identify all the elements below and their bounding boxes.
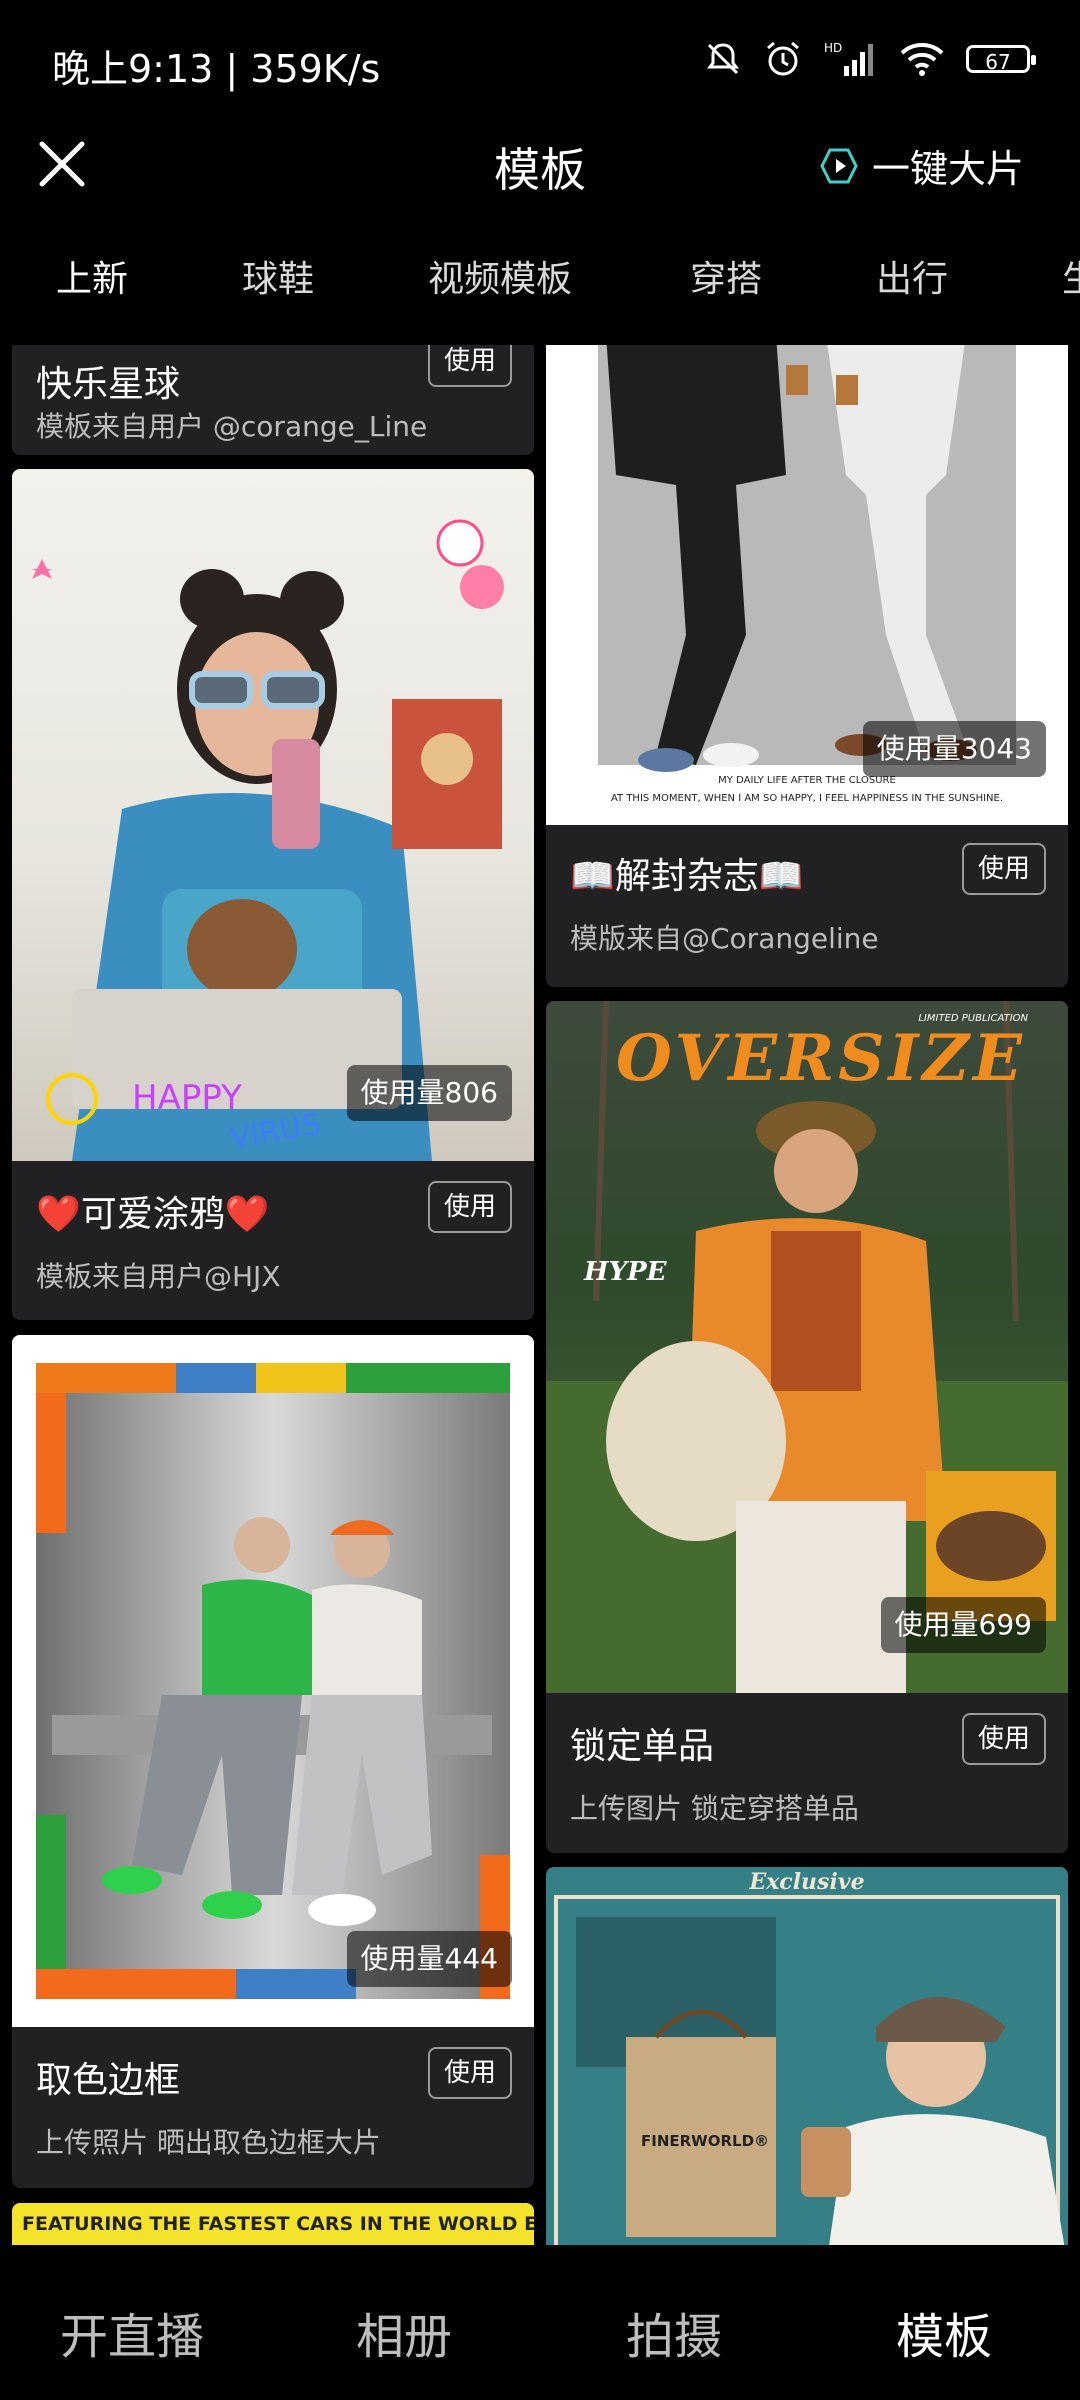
tab-sneakers[interactable]: 球鞋 <box>242 250 314 302</box>
card-subtitle: 上传图片 锁定穿搭单品 <box>570 1792 859 1825</box>
mute-icon <box>707 43 739 75</box>
card-subtitle: 模板来自用户@HJX <box>36 1260 281 1293</box>
exclusive-headline: Exclusive <box>749 1869 865 1895</box>
tab-outfits[interactable]: 穿搭 <box>690 250 762 302</box>
template-thumbnail[interactable]: LIMITED PUBLICATION OVERSIZE HYPE 使用量699 <box>546 1001 1068 1693</box>
exclusive-photo-image <box>546 1867 1068 2245</box>
template-card-color-frame[interactable]: 使用量444 取色边框 使用 上传照片 晒出取色边框大片 <box>12 1335 534 2188</box>
use-button[interactable]: 使用 <box>428 1181 512 1233</box>
template-thumbnail[interactable]: HAPPY VIRUS 使用量806 <box>12 469 534 1161</box>
use-button[interactable]: 使用 <box>428 2047 512 2099</box>
play-logo-icon <box>820 148 858 183</box>
bag-brand-text: FINERWORLD® <box>641 2132 770 2150</box>
use-button[interactable]: 使用 <box>962 1713 1046 1765</box>
one-key-label: 一键大片 <box>871 147 1024 191</box>
template-card-cute-doodle[interactable]: HAPPY VIRUS 使用量806 ❤️可爱涂鸦❤️ 使用 模板来自用户@HJ… <box>12 469 534 1320</box>
card-title: 📖解封杂志📖 <box>570 856 804 897</box>
template-thumbnail[interactable]: MY DAILY LIFE AFTER THE CLOSURE AT THIS … <box>546 345 1068 825</box>
usage-count: 使用量806 <box>346 1065 512 1121</box>
card-subtitle: 模板来自用户 @corange_Line <box>36 410 428 443</box>
template-card-magazine[interactable]: MY DAILY LIFE AFTER THE CLOSURE AT THIS … <box>546 345 1068 987</box>
status-bar: 晚上9:13 | 359K/s HD 67 <box>0 0 1080 120</box>
hype-tag: HYPE <box>584 1257 667 1287</box>
hd-signal-icon: HD <box>824 41 873 76</box>
status-time: 晚上9:13 | 359K/s <box>52 47 381 91</box>
template-thumbnail[interactable]: 使用量444 <box>12 1335 534 2027</box>
card-subtitle: 上传照片 晒出取色边框大片 <box>36 2126 381 2159</box>
svg-text:HD: HD <box>824 41 842 55</box>
card-subtitle: 模版来自@Corangeline <box>570 922 879 955</box>
oversize-photo-image <box>546 1001 1068 1693</box>
frame-photo-image <box>12 1335 534 2027</box>
tab-more[interactable]: 生 <box>1062 250 1080 302</box>
template-card-oversize[interactable]: LIMITED PUBLICATION OVERSIZE HYPE 使用量699… <box>546 1001 1068 1853</box>
alarm-icon <box>767 41 799 76</box>
doodle-photo-image: HAPPY VIRUS <box>32 519 504 1161</box>
banner-text: FEATURING THE FASTEST CARS IN THE WORLD … <box>12 2203 534 2245</box>
usage-count: 使用量3043 <box>862 721 1046 777</box>
card-title: 快乐星球 <box>36 364 181 405</box>
tab-travel[interactable]: 出行 <box>876 250 948 302</box>
one-key-button[interactable]: 一键大片 <box>820 138 1024 193</box>
nav-live[interactable]: 开直播 <box>60 2297 204 2367</box>
battery-icon: 67 <box>966 45 1036 74</box>
use-button[interactable]: 使用 <box>428 345 512 387</box>
nav-shoot[interactable]: 拍摄 <box>626 2297 722 2367</box>
svg-text:HAPPY: HAPPY <box>132 1078 242 1118</box>
bottom-nav: 开直播 相册 拍摄 模板 <box>0 2245 1080 2400</box>
category-tabs: 上新 球鞋 视频模板 穿搭 出行 生 <box>0 250 1080 320</box>
template-feed[interactable]: 快乐星球 使用 模板来自用户 @corange_Line HAPPY VIRUS… <box>0 345 1080 2245</box>
template-card-exclusive[interactable]: Exclusive FINERWORLD® <box>546 1867 1068 2245</box>
wifi-icon <box>900 43 944 76</box>
usage-count: 使用量699 <box>880 1597 1046 1653</box>
card-title: 取色边框 <box>36 2060 181 2101</box>
header: 模板 一键大片 <box>0 120 1080 210</box>
nav-templates[interactable]: 模板 <box>896 2297 992 2367</box>
nav-album[interactable]: 相册 <box>356 2297 452 2367</box>
template-card[interactable]: FEATURING THE FASTEST CARS IN THE WORLD … <box>12 2203 534 2245</box>
tab-video-templates[interactable]: 视频模板 <box>428 250 572 302</box>
use-button[interactable]: 使用 <box>962 843 1046 895</box>
oversize-headline: OVERSIZE <box>616 1021 1026 1096</box>
tab-new[interactable]: 上新 <box>56 250 128 302</box>
card-title: ❤️可爱涂鸦❤️ <box>36 1194 270 1235</box>
status-icons: HD 67 <box>704 40 1036 78</box>
card-title: 锁定单品 <box>570 1726 715 1767</box>
magazine-caption-2: AT THIS MOMENT, WHEN I AM SO HAPPY, I FE… <box>610 793 1004 804</box>
usage-count: 使用量444 <box>346 1931 512 1987</box>
template-card[interactable]: 快乐星球 使用 模板来自用户 @corange_Line <box>12 345 534 455</box>
